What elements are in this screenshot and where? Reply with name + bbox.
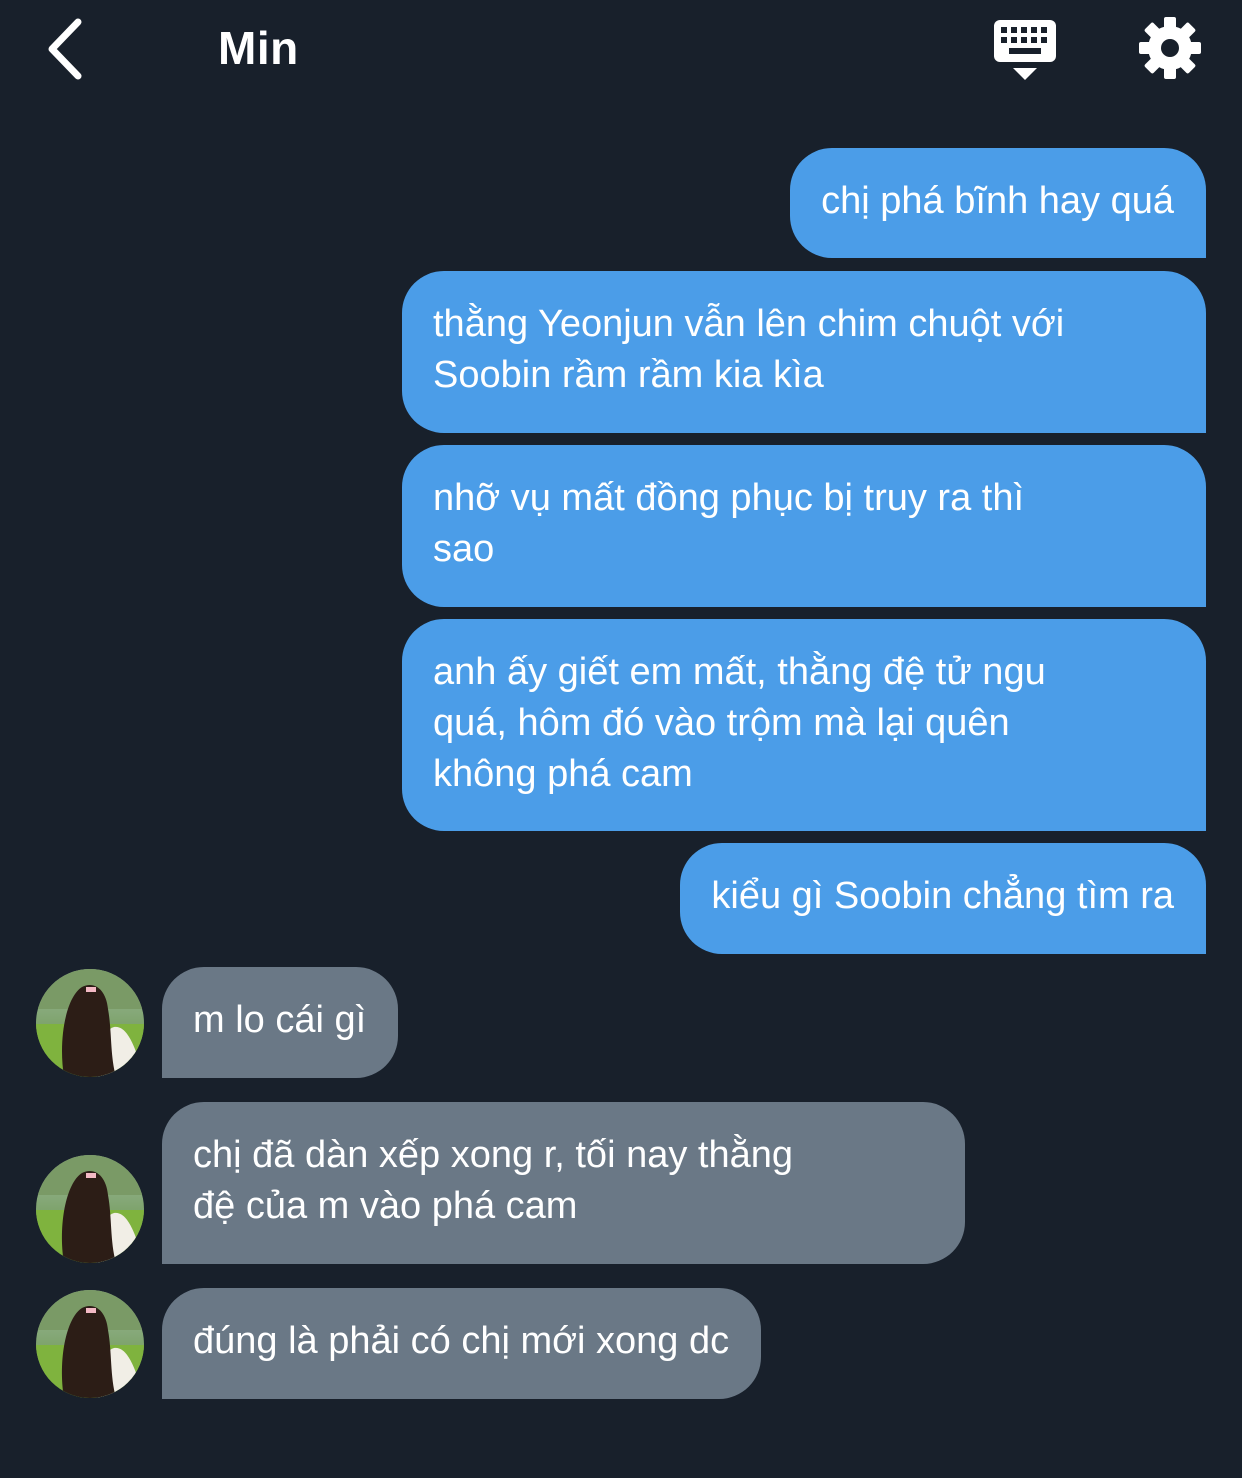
top-bar: Min	[0, 0, 1242, 100]
contact-name: Min	[218, 22, 299, 74]
message-bubble-outgoing[interactable]: nhỡ vụ mất đồng phục bị truy ra thì sao	[402, 445, 1206, 607]
settings-button[interactable]	[1138, 16, 1202, 80]
chevron-left-icon	[48, 18, 82, 80]
message-bubble-incoming[interactable]: chị đã dàn xếp xong r, tối nay thằng đệ …	[162, 1102, 965, 1264]
avatar[interactable]	[36, 1155, 144, 1263]
contact-avatar-photo	[36, 1290, 144, 1398]
avatar[interactable]	[36, 969, 144, 1077]
keyboard-button[interactable]	[992, 18, 1060, 82]
message-bubble-incoming[interactable]: đúng là phải có chị mới xong dc	[162, 1288, 762, 1399]
gear-icon	[1139, 17, 1201, 79]
keyboard-icon	[994, 20, 1056, 80]
avatar[interactable]	[36, 1290, 144, 1398]
message-bubble-outgoing[interactable]: anh ấy giết em mất, thằng đệ tử ngu quá,…	[402, 619, 1206, 831]
contact-avatar-photo	[36, 969, 144, 1077]
contact-avatar-photo	[36, 1155, 144, 1263]
message-bubble-outgoing[interactable]: chị phá bĩnh hay quá	[790, 148, 1206, 258]
back-button[interactable]	[36, 14, 100, 84]
message-bubble-outgoing[interactable]: thằng Yeonjun vẫn lên chim chuột với Soo…	[402, 271, 1206, 433]
message-bubble-incoming[interactable]: m lo cái gì	[162, 967, 399, 1078]
message-bubble-outgoing[interactable]: kiểu gì Soobin chẳng tìm ra	[680, 843, 1206, 954]
